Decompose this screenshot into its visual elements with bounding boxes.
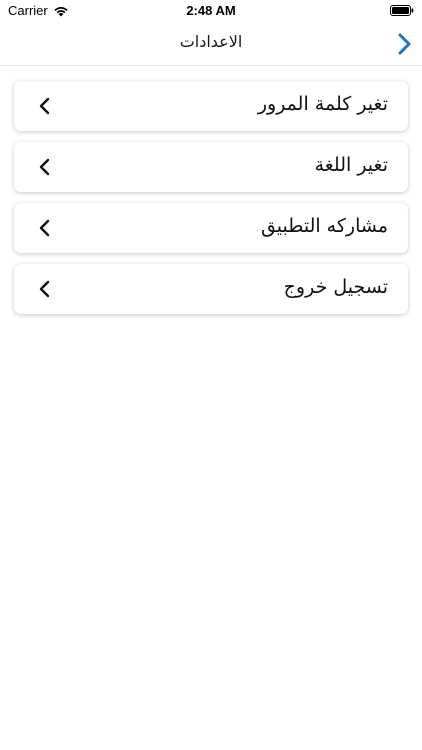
settings-item-change-password[interactable]: تغير كلمة المرور	[14, 81, 408, 131]
chevron-left-icon	[39, 97, 50, 115]
settings-list: تغير كلمة المرور تغير اللغة مشاركه التطب…	[14, 81, 408, 325]
settings-item-label: تسجيل خروج	[283, 276, 388, 298]
back-button[interactable]	[394, 30, 416, 58]
status-bar: Carrier 2:48 AM	[0, 0, 422, 24]
chevron-left-icon	[39, 280, 50, 298]
settings-item-logout[interactable]: تسجيل خروج	[14, 264, 408, 314]
settings-item-label: مشاركه التطبيق	[260, 215, 388, 237]
settings-item-label: تغير اللغة	[314, 154, 388, 176]
status-time: 2:48 AM	[186, 3, 236, 18]
chevron-left-icon	[39, 219, 50, 237]
battery-icon	[390, 5, 414, 16]
settings-item-label: تغير كلمة المرور	[257, 93, 388, 115]
settings-item-change-language[interactable]: تغير اللغة	[14, 142, 408, 192]
chevron-left-icon	[39, 158, 50, 176]
page-title: الاعدادات	[179, 32, 243, 51]
chevron-right-icon	[398, 33, 411, 55]
settings-item-share-app[interactable]: مشاركه التطبيق	[14, 203, 408, 253]
navigation-bar: الاعدادات	[0, 24, 422, 66]
